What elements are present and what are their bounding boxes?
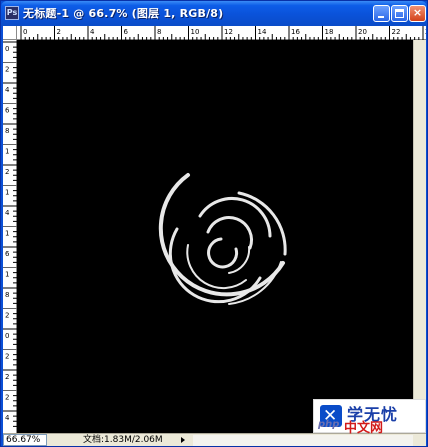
- h-ruler-label: 2: [57, 28, 61, 36]
- v-ruler-label: 8: [5, 291, 9, 299]
- close-button[interactable]: ×: [409, 5, 426, 22]
- document-size-info[interactable]: 文档:1.83M/2.06M: [83, 434, 163, 446]
- h-ruler-label: 24: [425, 28, 426, 36]
- site-watermark-logo: ✕ php 学无忧 中文网: [313, 399, 426, 436]
- title-bar[interactable]: Ps 无标题-1 @ 66.7% (图层 1, RGB/8) ×: [1, 1, 427, 26]
- horizontal-ruler-ticks: 024681012141618202224: [20, 26, 426, 40]
- h-ruler-label: 18: [325, 28, 334, 36]
- horizontal-ruler[interactable]: 024681012141618202224: [17, 26, 426, 40]
- vertical-ruler[interactable]: 0 2 4 6 8 1 2 1 4 1 6 1 8 2 0 2 2 2 4: [3, 40, 17, 433]
- outer-arc: [158, 173, 285, 297]
- status-menu-arrow-icon[interactable]: [181, 437, 185, 443]
- zoom-level-field[interactable]: 66.67%: [3, 434, 47, 446]
- h-ruler-label: 10: [191, 28, 200, 36]
- v-ruler-label: 8: [5, 127, 9, 135]
- v-ruler-label: 6: [5, 107, 10, 115]
- vertical-ruler-ticks: 0 2 4 6 8 1 2 1 4 1 6 1 8 2 0 2 2 2 4: [3, 41, 17, 427]
- spiral-artwork: [158, 173, 287, 305]
- v-ruler-label: 2: [5, 373, 9, 381]
- minimize-icon: [378, 16, 384, 18]
- maximize-button[interactable]: [391, 5, 408, 22]
- v-ruler-label: 2: [5, 66, 9, 74]
- v-ruler-label: 1: [5, 189, 9, 197]
- h-ruler-label: 16: [291, 28, 300, 36]
- h-ruler-label: 6: [124, 28, 129, 36]
- v-ruler-label: 2: [5, 312, 9, 320]
- ruler-origin-corner[interactable]: [3, 26, 17, 40]
- window-title: 无标题-1 @ 66.7% (图层 1, RGB/8): [23, 7, 224, 20]
- v-ruler-label: 2: [5, 168, 9, 176]
- h-ruler-label: 0: [23, 28, 27, 36]
- h-ruler-label: 22: [392, 28, 401, 36]
- v-ruler-label: 4: [5, 414, 10, 422]
- h-ruler-label: 20: [358, 28, 367, 36]
- v-ruler-label: 1: [5, 148, 9, 156]
- image-canvas[interactable]: [17, 40, 413, 433]
- v-ruler-label: 0: [5, 45, 9, 53]
- maximize-icon: [395, 9, 404, 18]
- canvas-workspace[interactable]: [17, 40, 413, 433]
- core-arc: [207, 237, 239, 269]
- v-ruler-label: 2: [5, 394, 9, 402]
- photoshop-app-icon[interactable]: Ps: [5, 6, 19, 20]
- h-ruler-label: 8: [157, 28, 161, 36]
- v-ruler-label: 0: [5, 332, 9, 340]
- v-ruler-label: 1: [5, 271, 9, 279]
- v-ruler-label: 4: [5, 209, 10, 217]
- v-ruler-label: 2: [5, 353, 9, 361]
- vertical-scrollbar[interactable]: [413, 40, 426, 433]
- watermark-brand: php: [318, 419, 340, 430]
- watermark-subtitle: 中文网: [344, 421, 384, 436]
- document-window: Ps 无标题-1 @ 66.7% (图层 1, RGB/8) × 0 2 4 6 8 10…: [0, 0, 428, 447]
- horizontal-scrollbar[interactable]: [193, 435, 413, 446]
- minimize-button[interactable]: [373, 5, 390, 22]
- h-ruler-label: 4: [90, 28, 95, 36]
- h-ruler-label: 14: [258, 28, 267, 36]
- v-ruler-label: 1: [5, 230, 9, 238]
- h-ruler-label: 12: [224, 28, 233, 36]
- v-ruler-label: 6: [5, 250, 10, 258]
- inner-arc: [206, 216, 253, 250]
- core-tail: [228, 246, 251, 274]
- close-icon: ×: [412, 6, 423, 19]
- document-client-area: 024681012141618202224 024681214161820222…: [3, 26, 426, 446]
- v-ruler-label: 4: [5, 86, 10, 94]
